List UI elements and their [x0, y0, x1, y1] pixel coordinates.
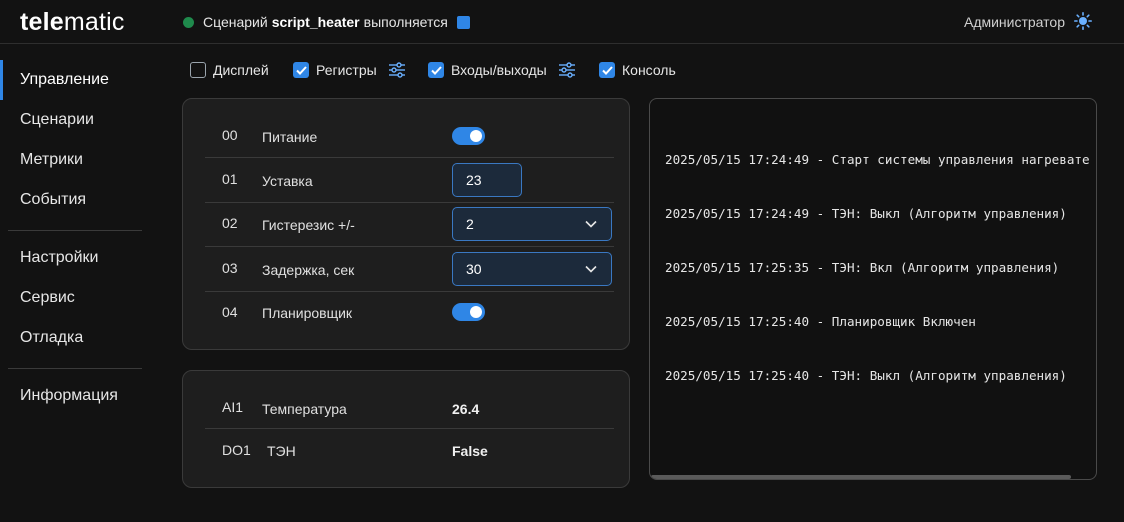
register-number: 00	[222, 127, 238, 143]
checkmark-icon[interactable]	[428, 62, 444, 78]
register-label: Уставка	[262, 173, 313, 189]
checkbox-label: Консоль	[622, 62, 676, 78]
stop-icon[interactable]	[456, 15, 470, 29]
logo-light: matic	[63, 8, 125, 36]
sidebar-item-events[interactable]: События	[0, 180, 160, 220]
sliders-icon[interactable]	[388, 62, 406, 78]
io-row: AI1 Температура 26.4	[205, 385, 614, 429]
console-line: 2025/05/15 17:25:40 - Планировщик Включе…	[665, 314, 976, 329]
register-number: 01	[222, 171, 238, 187]
status-prefix: Сценарий	[203, 14, 268, 30]
io-row: DO1 ТЭН False	[205, 429, 614, 473]
register-label: Питание	[262, 129, 318, 145]
sidebar-item-service[interactable]: Сервис	[0, 278, 160, 318]
console-line: 2025/05/15 17:25:35 - ТЭН: Вкл (Алгоритм…	[665, 260, 1060, 275]
checkbox-label: Регистры	[316, 62, 377, 78]
sidebar-item-metrics[interactable]: Метрики	[0, 140, 160, 180]
console-output[interactable]: 2025/05/15 17:24:49 - Старт системы упра…	[649, 98, 1097, 480]
checkmark-icon[interactable]	[293, 62, 309, 78]
power-toggle[interactable]	[452, 127, 485, 145]
sidebar-item-debug[interactable]: Отладка	[0, 318, 160, 358]
io-value: False	[452, 443, 488, 459]
io-channel: AI1	[222, 399, 244, 415]
sidebar-divider	[8, 230, 142, 231]
delay-select[interactable]: 30	[452, 252, 612, 286]
io-value: 26.4	[452, 401, 480, 417]
register-number: 04	[222, 304, 238, 320]
sidebar-item-settings[interactable]: Настройки	[0, 238, 160, 278]
checkbox-box[interactable]	[190, 62, 206, 78]
delay-value: 30	[466, 261, 482, 277]
console-lines: 2025/05/15 17:24:49 - Старт системы упра…	[665, 115, 1090, 421]
console-line: 2025/05/15 17:25:40 - ТЭН: Выкл (Алгорит…	[665, 368, 1067, 383]
checkbox-display[interactable]: Дисплей	[190, 62, 269, 78]
app-logo[interactable]: telematic	[20, 8, 125, 37]
sidebar: Управление Сценарии Метрики События Наст…	[0, 44, 160, 522]
top-header: telematic Сценарий script_heater выполня…	[0, 0, 1124, 44]
status-dot-icon	[183, 16, 194, 28]
io-label: ТЭН	[267, 443, 296, 459]
checkbox-label: Входы/выходы	[451, 62, 547, 78]
io-label: Температура	[262, 401, 347, 417]
console-line: 2025/05/15 17:24:49 - ТЭН: Выкл (Алгорит…	[665, 206, 1067, 221]
script-name: script_heater	[271, 14, 360, 30]
scheduler-toggle[interactable]	[452, 303, 485, 321]
hysteresis-value: 2	[466, 216, 474, 232]
sidebar-item-control[interactable]: Управление	[0, 60, 160, 100]
checkbox-registers[interactable]: Регистры	[293, 62, 406, 78]
script-status: Сценарий script_heater выполняется	[183, 14, 470, 30]
user-name[interactable]: Администратор	[964, 14, 1065, 30]
register-number: 03	[222, 260, 238, 276]
sidebar-item-info[interactable]: Информация	[0, 376, 160, 416]
console-line: 2025/05/15 17:24:49 - Старт системы упра…	[665, 152, 1090, 167]
register-row: 01 Уставка 23	[205, 158, 614, 203]
chevron-down-icon	[585, 265, 597, 273]
checkbox-label: Дисплей	[213, 62, 269, 78]
register-row: 03 Задержка, сек 30	[205, 247, 614, 292]
hysteresis-select[interactable]: 2	[452, 207, 612, 241]
register-row: 02 Гистерезис +/- 2	[205, 203, 614, 247]
registers-panel: 00 Питание 01 Уставка 23 02 Гистерезис +…	[182, 98, 630, 350]
register-label: Задержка, сек	[262, 262, 355, 278]
setpoint-input[interactable]: 23	[452, 163, 522, 197]
checkbox-console[interactable]: Консоль	[599, 62, 676, 78]
sidebar-divider	[8, 368, 142, 369]
io-panel: AI1 Температура 26.4 DO1 ТЭН False	[182, 370, 630, 488]
checkmark-icon[interactable]	[599, 62, 615, 78]
chevron-down-icon	[585, 220, 597, 228]
console-scrollbar[interactable]	[651, 475, 1071, 479]
register-label: Планировщик	[262, 305, 353, 321]
register-label: Гистерезис +/-	[262, 217, 355, 233]
register-row: 04 Планировщик	[205, 292, 614, 337]
sidebar-item-scenarios[interactable]: Сценарии	[0, 100, 160, 140]
register-row: 00 Питание	[205, 113, 614, 158]
sun-icon[interactable]	[1074, 12, 1092, 30]
checkbox-io[interactable]: Входы/выходы	[428, 62, 576, 78]
io-channel: DO1	[222, 442, 251, 458]
sliders-icon[interactable]	[558, 62, 576, 78]
status-suffix: выполняется	[363, 14, 448, 30]
register-number: 02	[222, 215, 238, 231]
logo-bold: tele	[20, 8, 64, 36]
